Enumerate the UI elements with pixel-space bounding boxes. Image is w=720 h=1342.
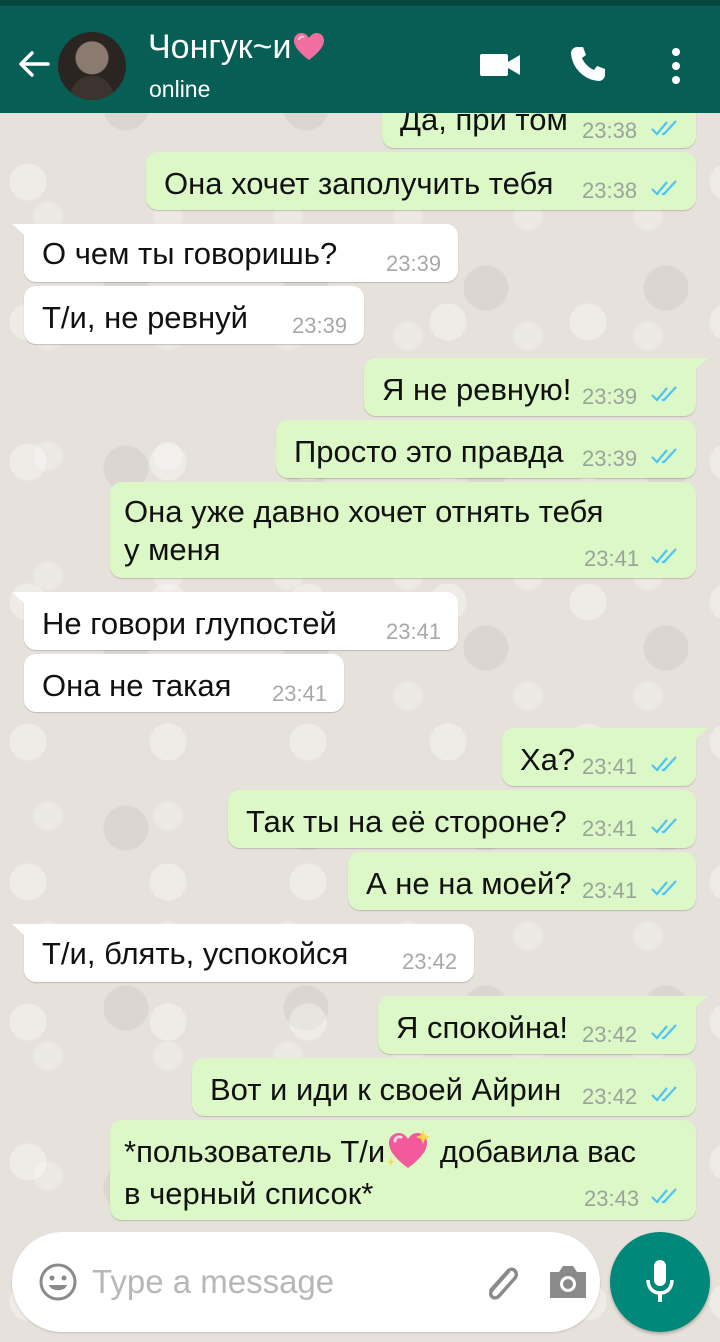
message-outgoing[interactable]: Вот и иди к своей Айрин 23:42 bbox=[192, 1058, 696, 1116]
read-ticks-icon bbox=[651, 756, 677, 772]
bubble-tail bbox=[12, 592, 36, 614]
message-input-bar bbox=[12, 1232, 600, 1332]
message-input[interactable] bbox=[92, 1258, 452, 1306]
message-incoming[interactable]: Она не такая 23:41 bbox=[24, 654, 344, 712]
message-outgoing[interactable]: Я спокойна! 23:42 bbox=[378, 996, 708, 1054]
attach-icon[interactable] bbox=[478, 1258, 522, 1306]
contact-status: online bbox=[149, 76, 211, 102]
read-ticks-icon bbox=[651, 818, 677, 834]
message-outgoing[interactable]: Ха? 23:41 bbox=[502, 728, 708, 786]
message-outgoing[interactable]: А не на моей? 23:41 bbox=[348, 852, 696, 910]
contact-name[interactable]: Чонгук~и bbox=[148, 28, 325, 67]
bubble-tail bbox=[684, 996, 708, 1018]
read-ticks-icon bbox=[651, 1188, 677, 1204]
message-incoming[interactable]: Т/и, блять, успокойся 23:42 bbox=[12, 924, 474, 982]
read-ticks-icon bbox=[651, 448, 677, 464]
heart-emoji bbox=[294, 33, 325, 60]
bubble-tail bbox=[684, 728, 708, 750]
message-outgoing[interactable]: *пользователь Т/и добавила вас в черный … bbox=[110, 1120, 696, 1220]
message-incoming[interactable]: Не говори глупостей 23:41 bbox=[12, 592, 458, 650]
read-ticks-icon bbox=[651, 180, 677, 196]
read-ticks-icon bbox=[651, 120, 677, 136]
video-call-icon[interactable] bbox=[478, 50, 522, 80]
message-outgoing[interactable]: Она уже давно хочет отнять тебя у меня 2… bbox=[110, 482, 696, 578]
bubble-tail bbox=[12, 224, 36, 246]
message-outgoing[interactable]: Я не ревную! 23:39 bbox=[364, 358, 708, 416]
read-ticks-icon bbox=[651, 1024, 677, 1040]
sparkling-heart-emoji bbox=[387, 1130, 431, 1168]
camera-icon[interactable] bbox=[546, 1262, 590, 1302]
read-ticks-icon bbox=[651, 386, 677, 402]
message-outgoing[interactable]: Просто это правда 23:39 bbox=[276, 420, 696, 478]
back-arrow-icon[interactable] bbox=[14, 44, 54, 84]
chat-header: Чонгук~и online bbox=[0, 0, 720, 113]
emoji-icon[interactable] bbox=[38, 1262, 78, 1302]
avatar[interactable] bbox=[58, 32, 126, 100]
mic-icon bbox=[646, 1260, 674, 1302]
bubble-tail bbox=[684, 358, 708, 380]
mic-button[interactable] bbox=[610, 1232, 710, 1332]
message-outgoing[interactable]: Так ты на её стороне? 23:41 bbox=[228, 790, 696, 848]
more-options-icon[interactable] bbox=[664, 44, 688, 88]
read-ticks-icon bbox=[651, 1086, 677, 1102]
message-incoming[interactable]: О чем ты говоришь? 23:39 bbox=[12, 224, 458, 282]
message-outgoing[interactable]: Она хочет заполучить тебя 23:38 bbox=[146, 152, 696, 210]
bubble-tail bbox=[12, 924, 36, 946]
read-ticks-icon bbox=[651, 880, 677, 896]
read-ticks-icon bbox=[651, 548, 677, 564]
phone-call-icon[interactable] bbox=[568, 44, 608, 84]
message-incoming[interactable]: Т/и, не ревнуй 23:39 bbox=[24, 286, 364, 344]
